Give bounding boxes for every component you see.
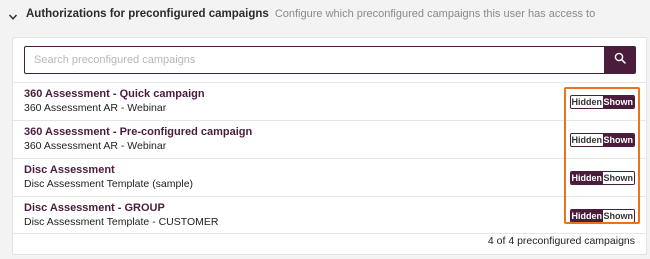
chevron-down-icon[interactable]	[8, 9, 18, 20]
campaign-row: 360 Assessment - Quick campaign 360 Asse…	[13, 82, 646, 120]
campaign-title: 360 Assessment - Quick campaign	[24, 88, 205, 100]
visibility-toggle: Hidden Shown	[570, 95, 635, 109]
campaign-template: 360 Assessment AR - Webinar	[24, 102, 167, 114]
campaign-template: Disc Assessment Template (sample)	[24, 178, 194, 190]
visibility-toggle: Hidden Shown	[570, 209, 635, 223]
hidden-option[interactable]: Hidden	[571, 172, 603, 184]
shown-option[interactable]: Shown	[602, 210, 634, 222]
shown-option[interactable]: Shown	[602, 134, 634, 146]
search-button[interactable]	[604, 46, 636, 74]
campaign-template: 360 Assessment AR - Webinar	[24, 140, 167, 152]
section-subtitle: Configure which preconfigured campaigns …	[274, 8, 596, 20]
campaign-row: Disc Assessment Disc Assessment Template…	[13, 158, 646, 196]
visibility-toggle: Hidden Shown	[570, 171, 635, 185]
campaign-row: 360 Assessment - Pre-configured campaign…	[13, 120, 646, 158]
shown-option[interactable]: Shown	[602, 96, 634, 108]
campaign-count: 4 of 4 preconfigured campaigns	[487, 235, 635, 247]
campaign-template: Disc Assessment Template - CUSTOMER	[24, 216, 219, 228]
hidden-option[interactable]: Hidden	[571, 134, 603, 146]
campaign-title: 360 Assessment - Pre-configured campaign	[24, 126, 253, 138]
search-bar	[24, 46, 636, 74]
campaign-title: Disc Assessment	[24, 164, 115, 176]
visibility-toggle: Hidden Shown	[570, 133, 635, 147]
hidden-option[interactable]: Hidden	[571, 96, 603, 108]
search-icon	[614, 51, 626, 69]
shown-option[interactable]: Shown	[602, 172, 634, 184]
hidden-option[interactable]: Hidden	[571, 210, 603, 222]
search-input[interactable]	[24, 46, 604, 74]
campaign-list: 360 Assessment - Quick campaign 360 Asse…	[13, 82, 646, 234]
campaign-title: Disc Assessment - GROUP	[24, 202, 165, 214]
section-title: Authorizations for preconfigured campaig…	[26, 8, 269, 20]
section-header[interactable]: Authorizations for preconfigured campaig…	[0, 0, 650, 28]
campaign-row: Disc Assessment - GROUP Disc Assessment …	[13, 196, 646, 234]
campaigns-panel: 360 Assessment - Quick campaign 360 Asse…	[12, 37, 647, 255]
